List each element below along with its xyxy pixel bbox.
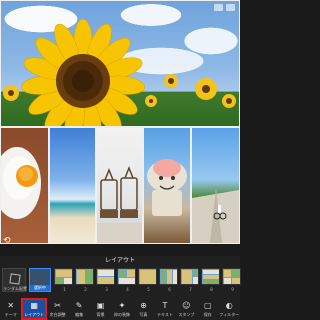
background-icon: ▣ [96, 301, 105, 310]
tool-background[interactable]: ▣ 背景 [90, 298, 111, 320]
tool-label: テキスト [156, 312, 173, 317]
layout-thumb[interactable]: 7 [180, 268, 199, 292]
layout-thumb-number: 1 [63, 287, 66, 292]
layout-strip: ランダム配置 選択中 1 2 3 4 5 6 7 8 9 [0, 267, 241, 295]
stamp-icon: ☺ [182, 301, 191, 310]
tool-edit[interactable]: ✎ 編集 [68, 298, 89, 320]
layout-thumb[interactable]: 2 [75, 268, 94, 292]
layout-thumb[interactable]: 4 [117, 268, 136, 292]
layout-thumb[interactable]: 1 [54, 268, 73, 292]
tool-photo[interactable]: ⊕ 写真 [133, 298, 154, 320]
selected-layout-label: 選択中 [30, 285, 50, 291]
tool-save[interactable]: ▢ 保存 [197, 298, 218, 320]
photo-sunflower[interactable] [1, 1, 239, 126]
selected-layout-thumb[interactable]: 選択中 [29, 268, 51, 292]
layout-thumb[interactable]: 5 [138, 268, 157, 292]
layout-thumb-number: 4 [126, 287, 129, 292]
top-badge [214, 4, 235, 11]
text-icon: T [162, 301, 168, 310]
save-icon: ▢ [204, 301, 212, 310]
photo-decoration[interactable] [144, 128, 190, 243]
photo-fried-egg[interactable] [1, 128, 48, 243]
photo-bicycle-road[interactable] [192, 128, 239, 243]
bottom-toolbar: ✕ テーマ ▦ レイアウト ✂ 余白調整 ✎ 編集 ▣ 背景 ✦ 枠の装飾 ⊕ … [0, 298, 240, 320]
tool-label: スタンプ [178, 312, 195, 317]
layout-thumb-number: 8 [210, 287, 213, 292]
tool-label: レイアウト [24, 312, 45, 317]
frame-icon: ✦ [118, 301, 126, 310]
tool-layout[interactable]: ▦ レイアウト [21, 298, 47, 320]
layout-thumb-number: 7 [189, 287, 192, 292]
tool-label: 余白調整 [49, 312, 66, 317]
layout-thumb-number: 9 [231, 287, 234, 292]
tool-label: 保存 [203, 312, 212, 317]
tool-text[interactable]: T テキスト [154, 298, 175, 320]
tool-filter[interactable]: ◐ フィルター [219, 298, 240, 320]
layout-thumb[interactable]: 8 [201, 268, 220, 292]
layout-thumb-number: 6 [168, 287, 171, 292]
edit-icon: ✎ [75, 301, 83, 310]
layout-thumb-number: 2 [84, 287, 87, 292]
panel-title: レイアウト [104, 257, 135, 264]
layout-thumb[interactable]: 9 [222, 268, 241, 292]
photo-beach[interactable] [50, 128, 95, 243]
filter-icon: ◐ [225, 301, 233, 310]
photo-icon: ⊕ [140, 301, 147, 310]
shuffle-icon [9, 273, 21, 285]
theme-icon: ✕ [7, 301, 15, 310]
layout-thumb-number: 5 [147, 287, 150, 292]
photo-lanterns[interactable] [97, 128, 142, 243]
margin-icon: ✂ [54, 301, 61, 310]
fried-egg-illustration [1, 147, 41, 219]
tool-label: 背景 [96, 312, 105, 317]
rotate-icon[interactable]: ⟲ [3, 237, 15, 246]
tool-label: 編集 [75, 312, 84, 317]
layout-thumb[interactable]: 3 [96, 268, 115, 292]
tool-label: 枠の装飾 [113, 312, 130, 317]
random-layout-button[interactable]: ランダム配置 [2, 268, 27, 292]
tool-label: フィルター [219, 312, 240, 317]
tool-label: テーマ [4, 312, 17, 317]
random-layout-label: ランダム配置 [3, 286, 27, 291]
layout-thumb-number: 3 [105, 287, 108, 292]
tool-frame[interactable]: ✦ 枠の装飾 [111, 298, 132, 320]
decoration-illustration [147, 159, 187, 216]
tool-margin[interactable]: ✂ 余白調整 [47, 298, 68, 320]
tool-stamp[interactable]: ☺ スタンプ [176, 298, 197, 320]
bicycle-illustration [192, 188, 239, 243]
tool-theme[interactable]: ✕ テーマ [0, 298, 21, 320]
layout-thumb[interactable]: 6 [159, 268, 178, 292]
lantern-illustration [97, 165, 142, 243]
collage-canvas[interactable] [0, 0, 240, 244]
sunflower-illustration [3, 18, 236, 126]
tool-label: 写真 [139, 312, 148, 317]
layout-icon: ▦ [30, 301, 38, 310]
layout-thumbnails: 1 2 3 4 5 6 7 8 9 [54, 268, 241, 292]
